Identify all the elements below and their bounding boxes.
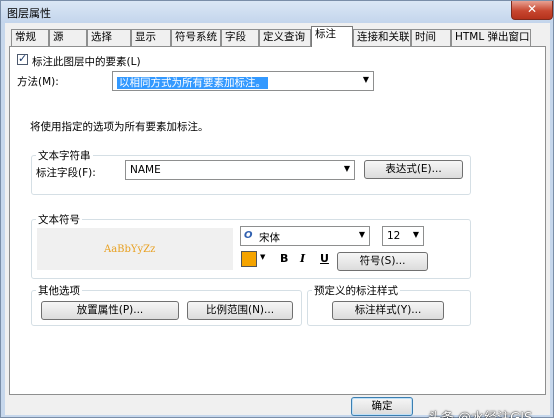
expression-button[interactable]: 表达式(E)... [364, 160, 463, 179]
tab-display[interactable]: 显示 [131, 29, 171, 46]
font-dropdown[interactable]: O 宋体 ▼ [240, 226, 370, 246]
window-title: 图层属性 [7, 7, 51, 20]
info-text: 将使用指定的选项为所有要素加标注。 [30, 121, 209, 133]
tab-selection[interactable]: 选择 [87, 29, 131, 46]
label-features-label: 标注此图层中的要素(L) [32, 56, 141, 68]
method-dropdown[interactable]: 以相同方式为所有要素加标注。 ▼ [112, 71, 374, 91]
text-symbol-title: 文本符号 [36, 212, 82, 227]
label-field-value: NAME [130, 164, 161, 176]
close-button[interactable]: ✕ [511, 1, 553, 20]
font-value: 宋体 [259, 232, 280, 244]
symbol-button[interactable]: 符号(S)... [337, 252, 428, 271]
chevron-down-icon: ▼ [358, 230, 365, 239]
opentype-font-icon: O [244, 230, 253, 241]
tab-labels[interactable]: 标注 [311, 26, 353, 47]
color-dropdown-arrow-icon[interactable]: ▼ [260, 253, 265, 261]
tab-definition-query[interactable]: 定义查询 [259, 29, 311, 46]
font-size-dropdown[interactable]: 12 ▼ [382, 226, 424, 246]
label-field-label: 标注字段(F): [36, 167, 96, 179]
symbol-preview-text: AaBbYyZz [104, 244, 156, 255]
underline-button[interactable]: U [320, 252, 329, 265]
tab-html-popup[interactable]: HTML 弹出窗口 [451, 29, 531, 46]
chevron-down-icon: ▼ [412, 230, 419, 239]
tab-source[interactable]: 源 [49, 29, 87, 46]
ok-button[interactable]: 确定 [351, 397, 413, 416]
title-bar[interactable]: 图层属性 ✕ [1, 1, 553, 23]
watermark-text: 头条 @水经注GIS [428, 407, 532, 418]
scale-range-button[interactable]: 比例范围(N)... [187, 301, 293, 320]
font-color-swatch[interactable] [241, 251, 257, 267]
tab-fields[interactable]: 字段 [221, 29, 259, 46]
chevron-down-icon: ▼ [362, 75, 369, 84]
bold-button[interactable]: B [280, 252, 288, 265]
tab-joins-relates[interactable]: 连接和关联 [353, 29, 411, 46]
method-selected-value: 以相同方式为所有要素加标注。 [117, 77, 268, 89]
placement-properties-button[interactable]: 放置属性(P)... [41, 301, 179, 320]
text-string-title: 文本字符串 [36, 148, 93, 163]
other-options-title: 其他选项 [36, 283, 82, 298]
symbol-preview: AaBbYyZz [37, 228, 233, 270]
dialog-client: 常规 源 选择 显示 符号系统 字段 定义查询 标注 连接和关联 时间 HTML… [5, 23, 550, 418]
italic-button[interactable]: I [300, 252, 305, 265]
tab-general[interactable]: 常规 [11, 29, 49, 46]
layer-properties-window: 图层属性 ✕ 常规 源 选择 显示 符号系统 字段 定义查询 标注 连接和关联 … [0, 0, 554, 418]
label-field-dropdown[interactable]: NAME ▼ [125, 160, 355, 180]
label-features-checkbox[interactable] [17, 52, 28, 65]
tab-symbology[interactable]: 符号系统 [171, 29, 221, 46]
tab-time[interactable]: 时间 [411, 29, 451, 46]
font-size-value: 12 [387, 230, 401, 242]
method-label: 方法(M): [17, 76, 59, 88]
labels-tab-panel: 标注此图层中的要素(L) 方法(M): 以相同方式为所有要素加标注。 ▼ 将使用… [9, 46, 546, 395]
predefined-style-title: 预定义的标注样式 [312, 283, 400, 298]
chevron-down-icon: ▼ [343, 164, 350, 173]
label-styles-button[interactable]: 标注样式(Y)... [332, 301, 444, 320]
